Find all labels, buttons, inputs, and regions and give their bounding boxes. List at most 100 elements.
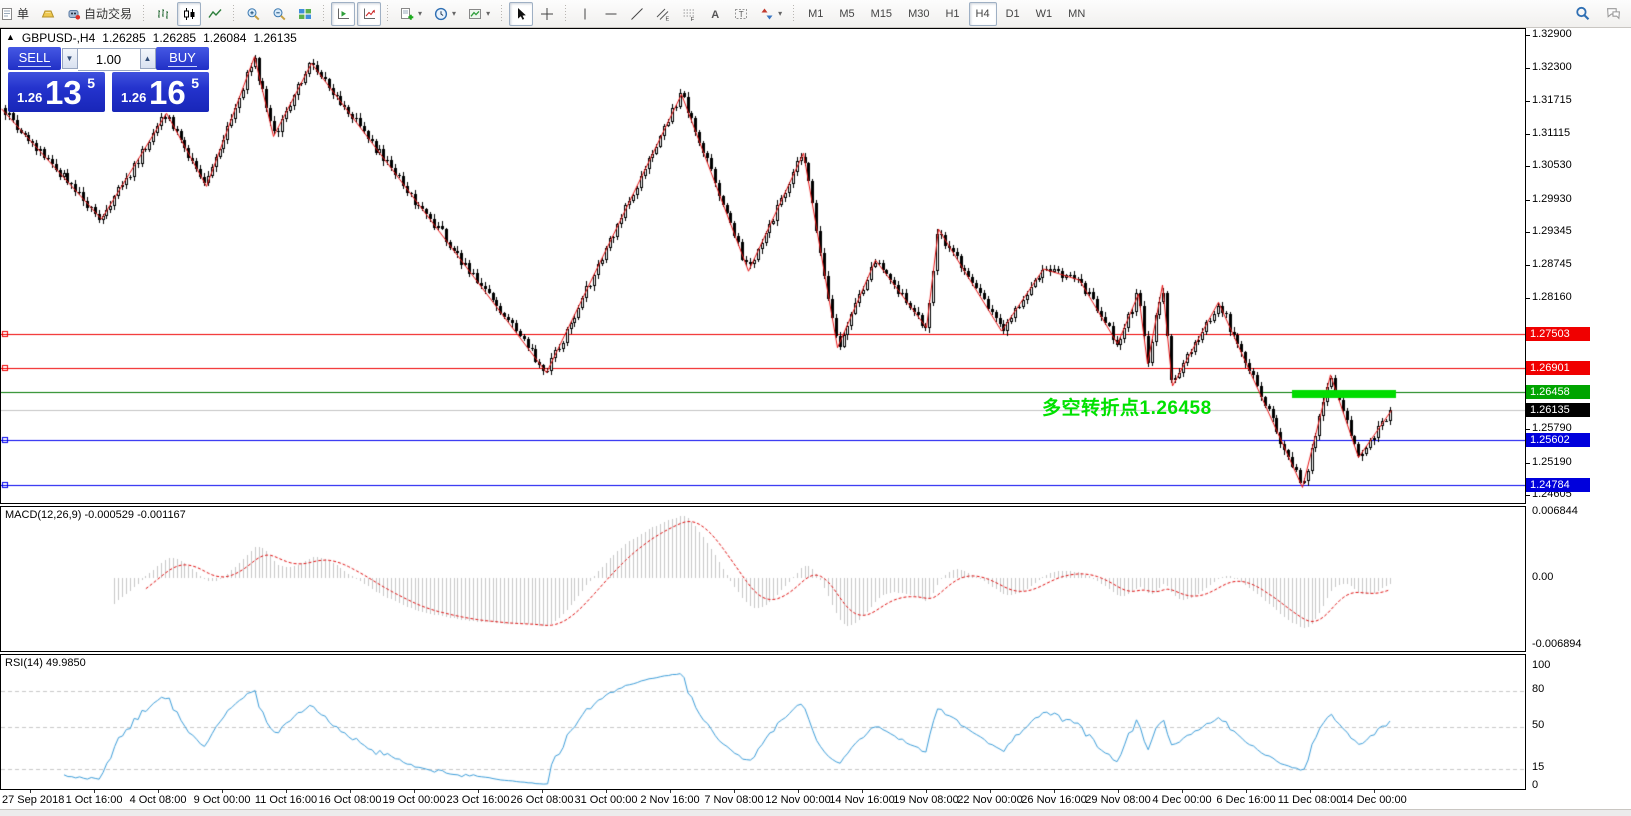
new-chart-dropdown-icon[interactable]: ▾ [418, 9, 422, 18]
clock-icon [434, 7, 448, 21]
svg-text:F: F [691, 16, 695, 20]
cursor-tool[interactable] [509, 2, 533, 26]
toolbar-group: ▾ ▾ ▾ [394, 0, 496, 27]
price-line-badge: 1.26458 [1526, 385, 1590, 399]
ohlc-close: 1.26135 [253, 31, 296, 45]
toolbar-separator [320, 5, 328, 23]
tf-h1[interactable]: H1 [938, 2, 966, 26]
line-chart-mode[interactable] [203, 2, 227, 26]
robot-icon [67, 7, 81, 21]
zoom-out-icon [272, 7, 286, 21]
buy-button[interactable]: BUY [156, 47, 209, 70]
tf-h4-label: H4 [976, 8, 990, 20]
volume-increase-button[interactable]: ▲ [140, 48, 156, 69]
macd-title: MACD(12,26,9) -0.000529 -0.001167 [5, 509, 186, 521]
vline-icon [578, 7, 592, 21]
bar-chart-mode[interactable] [151, 2, 175, 26]
svg-text:T: T [739, 10, 744, 19]
candlestick-mode[interactable] [177, 2, 201, 26]
sell-button[interactable]: SELL [8, 47, 61, 70]
tf-h4[interactable]: H4 [969, 2, 997, 26]
time-axis-tick [1118, 790, 1119, 793]
tf-m1[interactable]: M1 [801, 2, 830, 26]
templates[interactable]: ▾ [463, 2, 495, 26]
crosshair-icon [540, 7, 554, 21]
templates-dropdown-icon[interactable]: ▾ [486, 9, 490, 18]
chat-icon[interactable] [1606, 6, 1621, 21]
zoom-out[interactable] [267, 2, 291, 26]
time-axis-tick [222, 790, 223, 793]
search-icon[interactable] [1575, 6, 1590, 21]
zoom-in[interactable] [241, 2, 265, 26]
rsi-axis-label: 15 [1532, 761, 1544, 773]
auto-scroll[interactable] [357, 2, 381, 26]
price-tick-label: 1.32900 [1532, 28, 1572, 40]
gold-bar[interactable] [36, 2, 60, 26]
tf-d1[interactable]: D1 [999, 2, 1027, 26]
horizontal-line-tool[interactable] [599, 2, 623, 26]
turning-point-annotation[interactable]: 多空转折点1.26458 [1042, 393, 1212, 420]
volume-input[interactable] [78, 48, 140, 71]
label-tool[interactable]: T [729, 2, 753, 26]
equidistant-channel-tool[interactable]: E [651, 2, 675, 26]
new-order-partial-label: 单 [17, 5, 29, 22]
time-axis-tick [990, 790, 991, 793]
time-axis-tick [1310, 790, 1311, 793]
zoom-in-icon [246, 7, 260, 21]
rsi-canvas[interactable] [1, 655, 1525, 789]
arrows-tool[interactable]: ▾ [755, 2, 787, 26]
price-line-badge: 1.24784 [1526, 478, 1590, 492]
toolbar: 单 自动交易 ▾ ▾ ▾ E F A T ▾ M1M5M15M30H1 H4 D1 W1 MN [0, 0, 1631, 28]
text-tool[interactable]: A [703, 2, 727, 26]
new-chart[interactable]: ▾ [395, 2, 427, 26]
time-axis-tick [94, 790, 95, 793]
time-axis-tick [862, 790, 863, 793]
macd-canvas[interactable] [1, 507, 1525, 651]
fibonacci-tool[interactable]: F [677, 2, 701, 26]
fibonacci-icon: F [682, 7, 696, 21]
tf-m15[interactable]: M15 [864, 2, 899, 26]
price-tick-label: 1.28745 [1532, 258, 1572, 270]
collapse-icon[interactable]: ▲ [6, 32, 15, 46]
arrows-tool-dropdown-icon[interactable]: ▾ [778, 9, 782, 18]
tile-windows[interactable] [293, 2, 317, 26]
toolbar-separator [140, 5, 148, 23]
time-axis-label: 1 Oct 16:00 [66, 794, 123, 806]
time-axis-tick [734, 790, 735, 793]
buy-price-box[interactable]: 1.26 16 5 [112, 72, 209, 112]
periods[interactable]: ▾ [429, 2, 461, 26]
price-axis-tick [1526, 101, 1530, 102]
chart-shift[interactable] [331, 2, 355, 26]
candlestick-icon [182, 7, 196, 21]
tf-d1-label: D1 [1006, 8, 1020, 20]
price-axis[interactable]: 1.329001.323001.317151.311151.305301.299… [1526, 28, 1631, 790]
auto-trading[interactable]: 自动交易 [62, 2, 137, 26]
new-order-partial[interactable]: 单 [0, 2, 34, 26]
vertical-line-tool[interactable] [573, 2, 597, 26]
ohlc-open: 1.26285 [102, 31, 145, 45]
time-axis-label: 9 Oct 00:00 [194, 794, 251, 806]
tf-m30[interactable]: M30 [901, 2, 936, 26]
tf-mn[interactable]: MN [1061, 2, 1092, 26]
time-axis-tick [1054, 790, 1055, 793]
trendline-tool[interactable] [625, 2, 649, 26]
tf-mn-label: MN [1068, 8, 1085, 20]
tf-m5[interactable]: M5 [832, 2, 861, 26]
time-axis-label: 14 Nov 16:00 [829, 794, 894, 806]
toolbar-separator [790, 5, 798, 23]
periods-dropdown-icon[interactable]: ▾ [452, 9, 456, 18]
main-chart-canvas[interactable] [1, 29, 1525, 503]
bar-chart-icon [156, 7, 170, 21]
macd-axis-zero: 0.00 [1532, 571, 1553, 583]
crosshair-tool[interactable] [535, 2, 559, 26]
svg-text:A: A [711, 9, 719, 21]
time-axis-label: 6 Dec 16:00 [1216, 794, 1275, 806]
price-tick-label: 1.25190 [1532, 456, 1572, 468]
price-tick-label: 1.28160 [1532, 291, 1572, 303]
price-axis-tick [1526, 298, 1530, 299]
time-axis[interactable]: 27 Sep 20181 Oct 16:004 Oct 08:009 Oct 0… [0, 790, 1631, 809]
sell-price-box[interactable]: 1.26 13 5 [8, 72, 105, 112]
volume-decrease-button[interactable]: ▼ [62, 48, 78, 69]
tf-w1[interactable]: W1 [1029, 2, 1060, 26]
buy-price-prefix: 1.26 [121, 90, 146, 105]
